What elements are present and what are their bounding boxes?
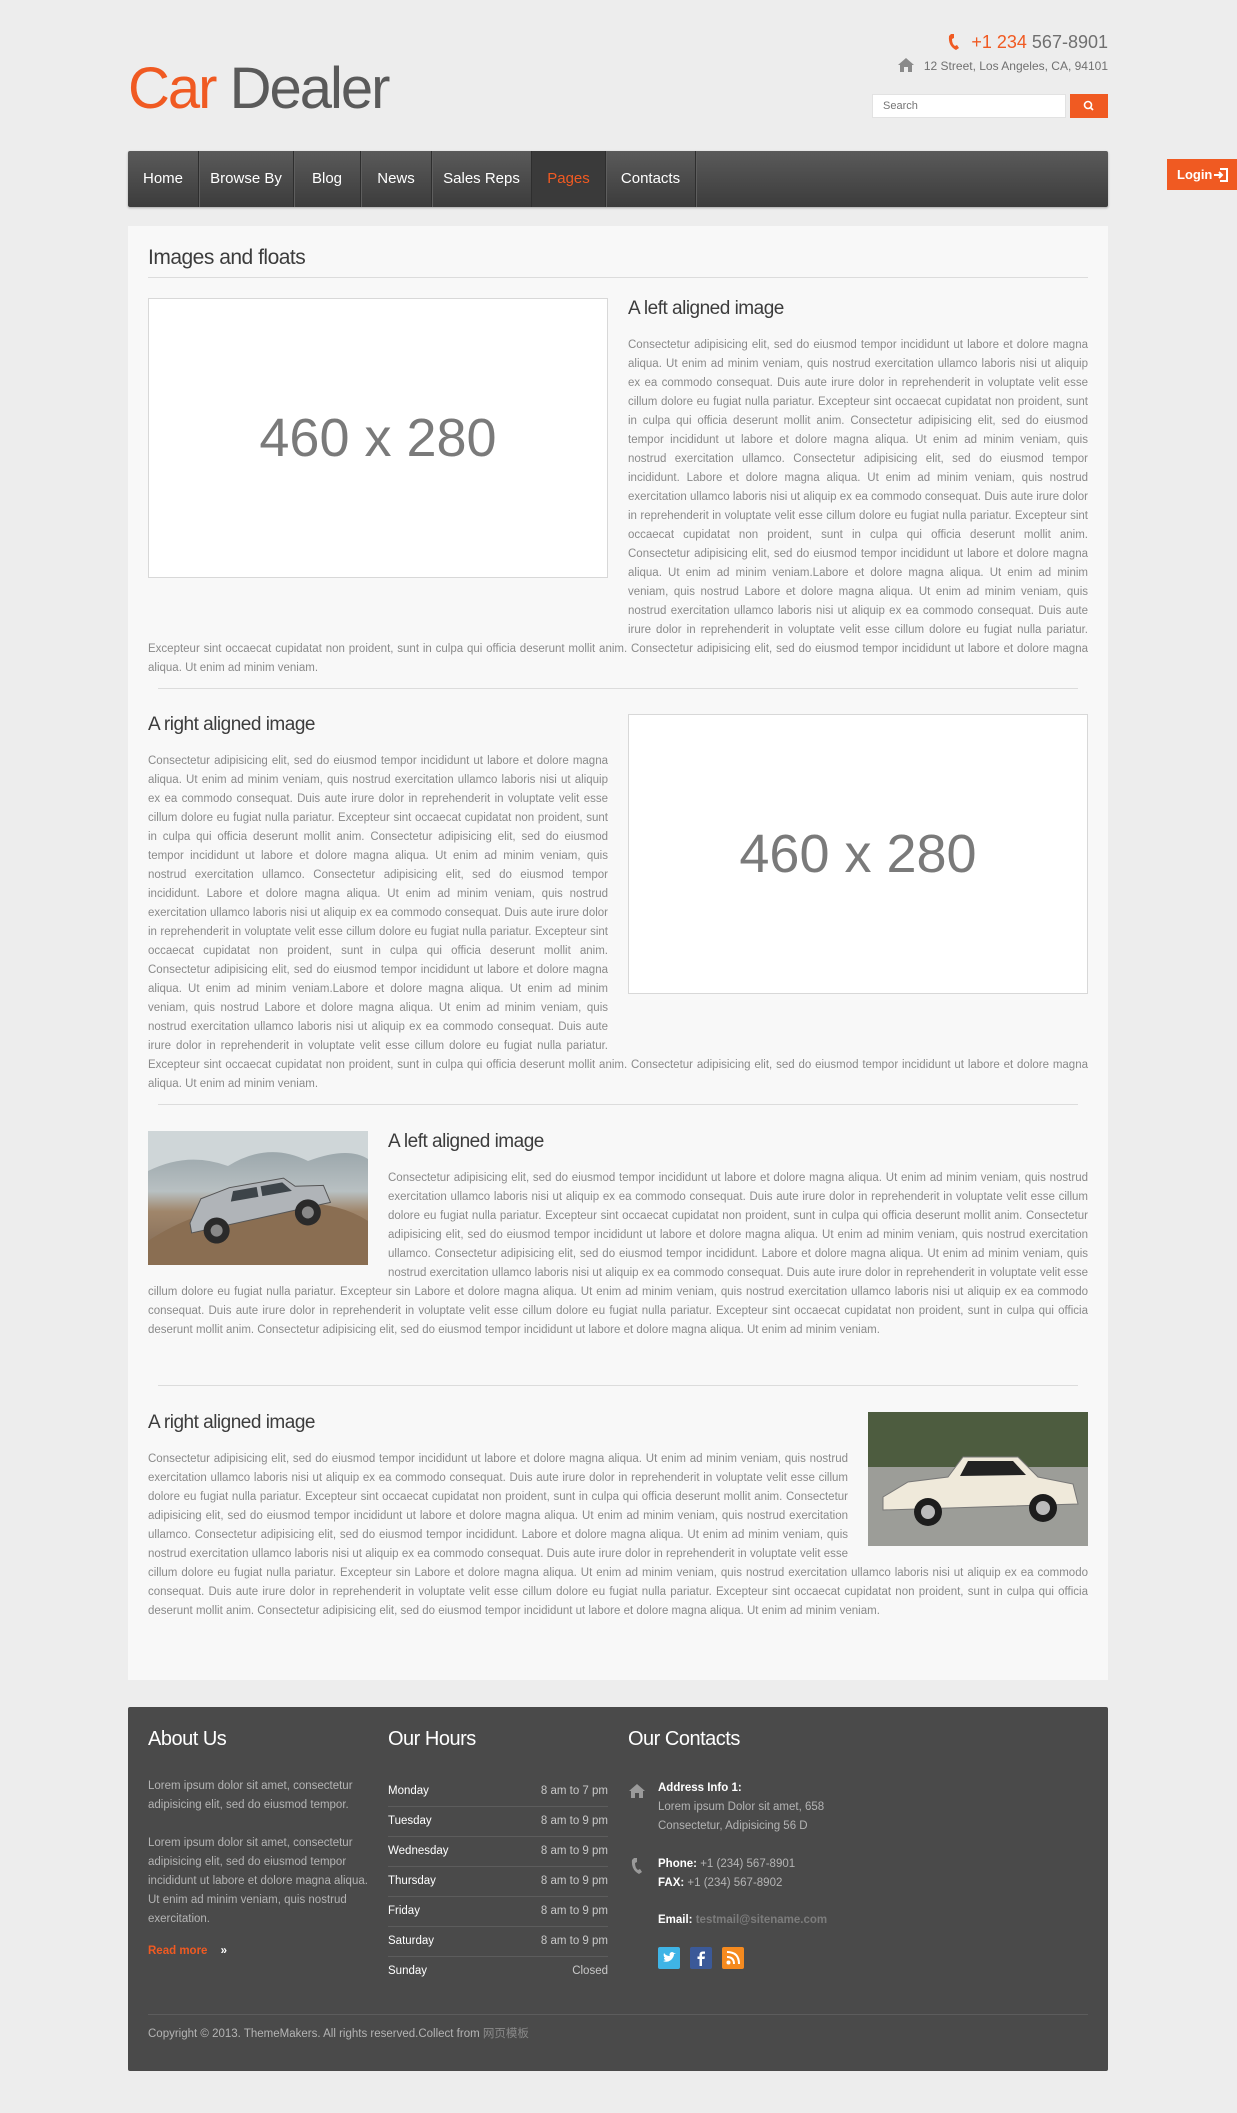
footer-about-text-1: Lorem ipsum dolor sit amet, consectetur … — [148, 1780, 353, 1811]
hours-day: Sunday — [388, 1965, 428, 1977]
hours-day: Saturday — [388, 1935, 435, 1947]
fax-number: +1 (234) 567-8902 — [687, 1877, 783, 1889]
hours-time: Closed — [572, 1965, 608, 1977]
hours-row: Monday 8 am to 7 pm — [388, 1777, 608, 1807]
double-chevron-icon: » — [220, 1945, 228, 1957]
contact-address: Address Info 1: Lorem ipsum Dolor sit am… — [658, 1779, 824, 1836]
footer-hours-title: Our Hours — [388, 1728, 476, 1750]
phone-label: Phone: — [658, 1858, 697, 1870]
phone-number: +1 (234) 567-8901 — [700, 1858, 796, 1870]
nav-item-news[interactable]: News — [361, 151, 432, 207]
contact-email: Email: testmail@sitename.com — [658, 1911, 827, 1930]
email-link[interactable]: testmail@sitename.com — [696, 1914, 827, 1926]
facebook-icon[interactable] — [690, 1947, 712, 1969]
address-line-1: Lorem ipsum Dolor sit amet, 658 — [658, 1801, 825, 1813]
hours-row: Wednesday 8 am to 9 pm — [388, 1837, 608, 1867]
section-heading-left-1: A left aligned image — [628, 298, 784, 319]
hours-row: Saturday 8 am to 9 pm — [388, 1927, 608, 1957]
site-logo[interactable]: Car Dealer — [128, 60, 390, 118]
header-phone: +1 234 567-8901 — [947, 32, 1108, 53]
hours-row: Sunday Closed — [388, 1957, 608, 1986]
section-3-body: Consectetur adipisicing elit, sed do eiu… — [148, 1169, 1088, 1369]
section-4-body: Consectetur adipisicing elit, sed do eiu… — [148, 1450, 1088, 1650]
phone-icon — [949, 34, 960, 50]
nav-item-pages[interactable]: Pages — [532, 151, 606, 207]
hours-day: Thursday — [388, 1875, 436, 1887]
nav-item-sales-reps[interactable]: Sales Reps — [432, 151, 532, 207]
logo-text-dealer: Dealer — [229, 56, 391, 121]
section-divider — [158, 1104, 1078, 1105]
main-content: Images and floats 460 x 280 A left align… — [128, 226, 1108, 1680]
section-heading-right-1: A right aligned image — [148, 714, 315, 735]
main-nav: Home Browse By Blog News Sales Reps Page… — [128, 151, 1108, 207]
hours-time: 8 am to 7 pm — [540, 1785, 608, 1797]
phone-icon — [631, 1858, 642, 1874]
address-line-2: Consectetur, Adipisicing 56 D — [658, 1820, 808, 1832]
hours-day: Tuesday — [388, 1815, 432, 1827]
search-button[interactable] — [1070, 94, 1108, 118]
address-label: Address Info 1: — [658, 1782, 742, 1794]
title-divider — [148, 277, 1088, 278]
fax-label: FAX: — [658, 1877, 685, 1889]
twitter-icon[interactable] — [658, 1947, 680, 1969]
read-more-link[interactable]: Read more » — [148, 1945, 227, 1957]
search-input[interactable] — [872, 94, 1066, 118]
rss-icon[interactable] — [722, 1947, 744, 1969]
login-button[interactable]: Login — [1167, 159, 1237, 190]
copyright-link[interactable]: 网页模板 — [483, 2028, 529, 2040]
address-text: 12 Street, Los Angeles, CA, 94101 — [923, 59, 1108, 73]
logo-text-car: Car — [128, 56, 217, 121]
hours-row: Tuesday 8 am to 9 pm — [388, 1807, 608, 1837]
search-icon — [1083, 100, 1094, 111]
section-divider — [158, 1385, 1078, 1386]
page-title: Images and floats — [148, 246, 306, 269]
hours-table: Monday 8 am to 7 pm Tuesday 8 am to 9 pm W… — [388, 1777, 608, 1986]
home-icon — [897, 58, 914, 72]
section-2-body: Consectetur adipisicing elit, sed do eiu… — [148, 752, 1088, 1172]
nav-item-contacts[interactable]: Contacts — [606, 151, 696, 207]
phone-accent: +1 234 — [971, 32, 1027, 52]
copyright-text: Copyright © 2013. ThemeMakers. All right… — [148, 2028, 480, 2040]
header-address: 12 Street, Los Angeles, CA, 94101 — [897, 57, 1108, 73]
section-heading-left-2: A left aligned image — [388, 1131, 544, 1152]
hours-time: 8 am to 9 pm — [540, 1905, 608, 1917]
footer-about-text-2: Lorem ipsum dolor sit amet, consectetur … — [148, 1837, 368, 1925]
read-more-label: Read more — [148, 1945, 208, 1957]
section-divider — [158, 688, 1078, 689]
footer-contacts-title: Our Contacts — [628, 1728, 740, 1750]
home-icon — [629, 1784, 645, 1798]
footer-about-title: About Us — [148, 1728, 227, 1750]
nav-item-home[interactable]: Home — [128, 151, 199, 207]
contact-phones: Phone: +1 (234) 567-8901 FAX: +1 (234) 5… — [658, 1855, 795, 1893]
hours-day: Wednesday — [388, 1845, 449, 1857]
footer-divider — [148, 2014, 1088, 2015]
nav-item-browse-by[interactable]: Browse By — [199, 151, 294, 207]
phone-rest: 567-8901 — [1031, 32, 1108, 52]
hours-time: 8 am to 9 pm — [540, 1845, 608, 1857]
section-1-body: Consectetur adipisicing elit, sed do eiu… — [148, 336, 1088, 776]
login-icon — [1214, 168, 1228, 182]
hours-day: Friday — [388, 1905, 420, 1917]
hours-row: Friday 8 am to 9 pm — [388, 1897, 608, 1927]
hours-time: 8 am to 9 pm — [540, 1815, 608, 1827]
hours-time: 8 am to 9 pm — [540, 1875, 608, 1887]
footer: About Us Lorem ipsum dolor sit amet, con… — [128, 1707, 1108, 2071]
copyright: Copyright © 2013. ThemeMakers. All right… — [148, 2025, 529, 2041]
section-heading-right-2: A right aligned image — [148, 1412, 315, 1433]
hours-time: 8 am to 9 pm — [540, 1935, 608, 1947]
hours-row: Thursday 8 am to 9 pm — [388, 1867, 608, 1897]
nav-item-blog[interactable]: Blog — [294, 151, 361, 207]
hours-day: Monday — [388, 1785, 429, 1797]
email-label: Email: — [658, 1914, 693, 1926]
login-label: Login — [1177, 167, 1213, 182]
